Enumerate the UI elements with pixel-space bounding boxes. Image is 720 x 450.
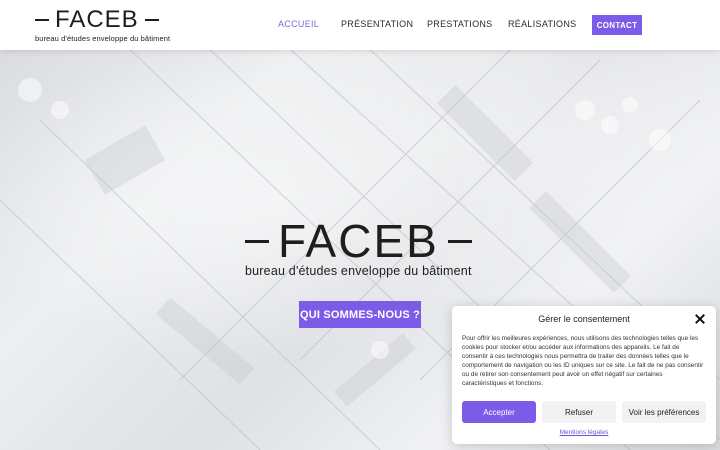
nav-presentation[interactable]: PRÉSENTATION (341, 19, 413, 29)
logo-name: FACEB (55, 6, 139, 33)
close-icon[interactable] (694, 313, 706, 325)
hero-dash-right (447, 239, 472, 243)
hero-dash-left (245, 239, 269, 243)
consent-title: Gérer le consentement (538, 314, 630, 324)
contact-button[interactable]: CONTACT (592, 15, 642, 35)
nav-prestations[interactable]: PRESTATIONS (427, 19, 492, 29)
site-header: FACEB bureau d'études enveloppe du bâtim… (0, 0, 720, 50)
logo-dash-right (144, 19, 159, 21)
preferences-button[interactable]: Voir les préférences (622, 401, 706, 423)
hero-subtitle: bureau d'études enveloppe du bâtiment (245, 264, 472, 278)
nav-realisations[interactable]: RÉALISATIONS (508, 19, 576, 29)
about-us-button[interactable]: QUI SOMMES-NOUS ? (299, 301, 421, 328)
site-logo[interactable]: FACEB bureau d'études enveloppe du bâtim… (35, 7, 170, 43)
refuse-button[interactable]: Refuser (542, 401, 616, 423)
logo-dash-left (35, 19, 49, 21)
hero-name: FACEB (278, 215, 439, 267)
legal-notice-link[interactable]: Mentions légales (452, 429, 716, 436)
accept-button[interactable]: Accepter (462, 401, 536, 423)
logo-tagline: bureau d'études enveloppe du bâtiment (35, 34, 171, 43)
hero-title: FACEB (245, 218, 475, 264)
consent-text: Pour offrir les meilleures expériences, … (462, 335, 704, 388)
cookie-consent-dialog: Gérer le consentement Pour offrir les me… (452, 306, 716, 444)
nav-accueil[interactable]: ACCUEIL (278, 19, 319, 29)
